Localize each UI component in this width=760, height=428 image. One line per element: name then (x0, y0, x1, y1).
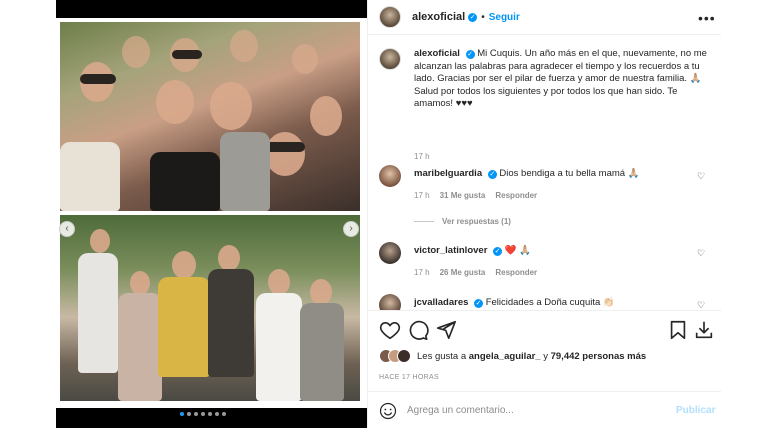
previous-slide-button[interactable]: ‹ (59, 221, 75, 237)
comment-likes[interactable]: 31 Me gusta (440, 191, 486, 200)
carousel-dot (201, 412, 205, 416)
post-sidebar: alexoficial ✓ • Seguir ••• alexoficial ✓… (367, 0, 721, 428)
comment-content: Dios bendiga a tu bella mamá 🙏🏼 (499, 168, 640, 179)
carousel-dot (208, 412, 212, 416)
carousel-indicator (180, 412, 226, 416)
post-media: ‹ › (56, 0, 367, 428)
comment-meta: 17 h 31 Me gusta Responder (414, 191, 537, 200)
share-send-icon[interactable] (435, 319, 457, 341)
caption-timestamp: 17 h (414, 152, 430, 161)
carousel-dot (180, 412, 184, 416)
caption-text: alexoficial ✓ Mi Cuquis. Un año más en e… (414, 48, 709, 111)
next-slide-button[interactable]: › (343, 221, 359, 237)
emoji-icon[interactable] (379, 402, 397, 420)
commenter-avatar[interactable] (379, 294, 401, 310)
comment-item: maribelguardia ✓ Dios bendiga a tu bella… (379, 165, 709, 226)
post-comment-button[interactable]: Publicar (676, 405, 715, 416)
header-separator: • (481, 11, 485, 23)
likes-prefix: Les gusta a (417, 350, 467, 362)
view-replies-button[interactable]: Ver respuestas (1) (414, 217, 511, 226)
commenter-avatar[interactable] (379, 165, 401, 187)
save-bookmark-icon[interactable] (667, 319, 689, 341)
comment-content: ❤️ 🙏🏼 (504, 245, 531, 256)
comments-scroll-area[interactable]: alexoficial ✓ Mi Cuquis. Un año más en e… (368, 36, 721, 310)
like-heart-icon[interactable] (379, 319, 401, 341)
post-actions: Les gusta a angela_aguilar_ y 79,442 per… (368, 310, 721, 428)
comment-content: Felicidades a Doña cuquita 👏🏻 (485, 297, 615, 308)
comment-item: jcvalladares ✓ Felicidades a Doña cuquit… (379, 294, 709, 310)
caption-username[interactable]: alexoficial (414, 48, 460, 59)
carousel-dot (215, 412, 219, 416)
comment-text: victor_latinlover ✓ ❤️ 🙏🏼 (414, 245, 674, 257)
comment-text: jcvalladares ✓ Felicidades a Doña cuquit… (414, 297, 674, 309)
liker-avatar (397, 349, 411, 363)
caption-avatar[interactable] (379, 48, 401, 70)
add-comment-bar: Publicar (368, 391, 721, 428)
verified-badge-icon: ✓ (468, 12, 478, 22)
likes-count[interactable]: 79,442 personas más (551, 351, 647, 362)
post-header: alexoficial ✓ • Seguir ••• (368, 0, 721, 35)
verified-badge-icon: ✓ (487, 170, 497, 179)
author-avatar[interactable] (379, 6, 401, 28)
verified-badge-icon: ✓ (474, 299, 484, 308)
like-comment-heart-icon[interactable]: ♡ (697, 248, 705, 259)
follow-button[interactable]: Seguir (489, 12, 520, 23)
post-timestamp: HACE 17 HORAS (379, 374, 439, 381)
carousel-dot (187, 412, 191, 416)
reply-button[interactable]: Responder (495, 191, 537, 200)
comment-text: maribelguardia ✓ Dios bendiga a tu bella… (414, 168, 674, 180)
author-username[interactable]: alexoficial (412, 11, 465, 23)
verified-badge-icon: ✓ (493, 247, 503, 256)
download-icon[interactable] (693, 319, 715, 341)
action-icons (379, 319, 714, 341)
carousel-dot (194, 412, 198, 416)
comment-meta: 17 h 26 Me gusta Responder (414, 268, 537, 277)
carousel-dot (222, 412, 226, 416)
comment-likes[interactable]: 26 Me gusta (440, 268, 486, 277)
like-comment-heart-icon[interactable]: ♡ (697, 171, 705, 182)
likes-conjunction: y (543, 350, 548, 362)
likes-summary: Les gusta a angela_aguilar_ y 79,442 per… (379, 349, 646, 363)
comment-time: 17 h (414, 268, 430, 277)
view-replies-label: Ver respuestas (1) (442, 217, 511, 226)
commenter-username[interactable]: victor_latinlover (414, 245, 487, 256)
more-horizontal-icon[interactable]: ••• (698, 10, 716, 26)
commenter-username[interactable]: maribelguardia (414, 168, 482, 179)
comment-bubble-icon[interactable] (407, 319, 429, 341)
comment-time: 17 h (414, 191, 430, 200)
like-comment-heart-icon[interactable]: ♡ (697, 300, 705, 310)
comment-input[interactable] (407, 405, 637, 416)
reply-button[interactable]: Responder (495, 268, 537, 277)
family-group-photo (60, 215, 360, 401)
comment-item: victor_latinlover ✓ ❤️ 🙏🏼 ♡ 17 h 26 Me g… (379, 242, 709, 290)
replies-divider (414, 221, 434, 222)
likes-text: Les gusta a angela_aguilar_ y 79,442 per… (417, 351, 646, 362)
photo-collage[interactable]: ‹ › (56, 18, 367, 416)
group-selfie-photo (60, 22, 360, 211)
commenter-avatar[interactable] (379, 242, 401, 264)
commenter-username[interactable]: jcvalladares (414, 297, 468, 308)
verified-badge-icon: ✓ (465, 50, 475, 59)
liker-username[interactable]: angela_aguilar_ (469, 351, 541, 362)
